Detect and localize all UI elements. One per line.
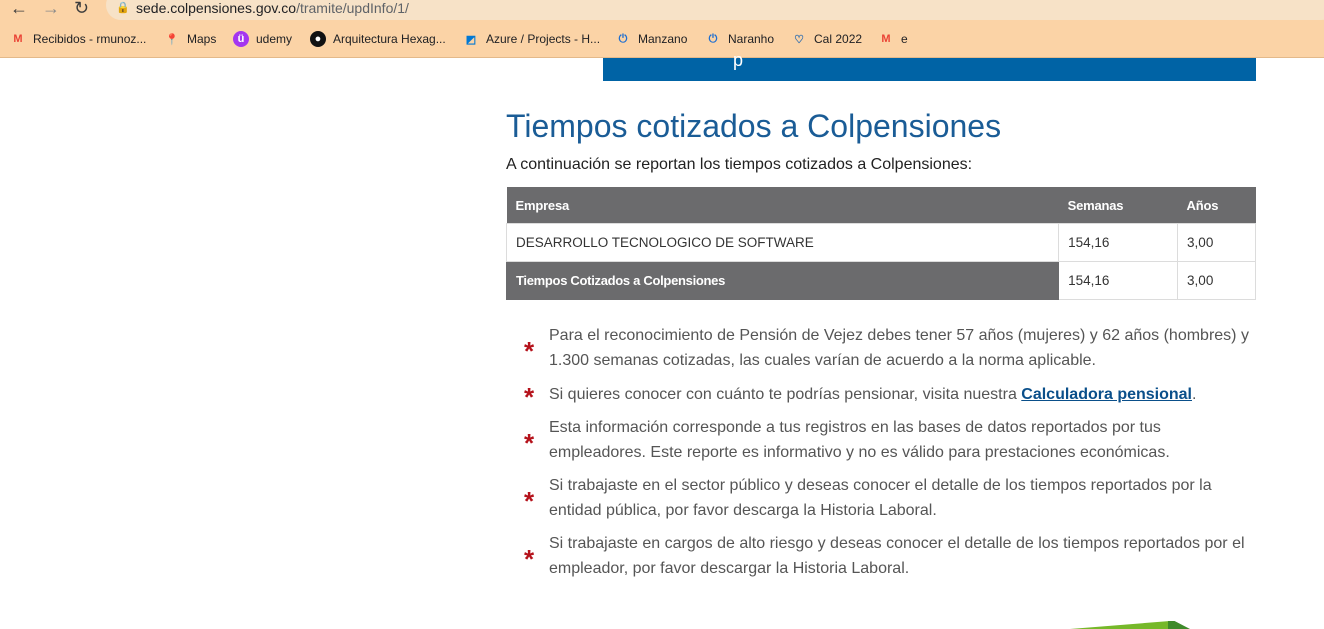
shield-heart-icon: ♡ xyxy=(794,33,804,46)
banner-text-fragment: p xyxy=(733,50,744,70)
contributions-table: Empresa Semanas Años DESARROLLO TECNOLOG… xyxy=(505,187,1256,300)
bookmark-label: Arquitectura Hexag... xyxy=(333,32,446,46)
table-header-row: Empresa Semanas Años xyxy=(506,187,1256,224)
bookmark-cal-2022[interactable]: ♡ Cal 2022 xyxy=(791,30,862,48)
udemy-icon: ü xyxy=(233,31,249,47)
asterisk-icon: * xyxy=(523,486,535,516)
bookmarks-bar: M Recibidos - rmunoz... 📍 Maps ü udemy ● Arq… xyxy=(0,20,1324,58)
page-subtitle: A continuación se reportan los tiempos c… xyxy=(506,156,973,173)
note-text: Si trabajaste en cargos de alto riesgo y… xyxy=(549,535,1245,577)
table-total-row: Tiempos Cotizados a Colpensiones 154,16 … xyxy=(505,261,1256,300)
asterisk-icon: * xyxy=(523,336,535,366)
asterisk-icon: * xyxy=(523,382,535,412)
bookmark-naranho[interactable]: ⏻ Naranho xyxy=(705,30,774,48)
list-item: * Si quieres conocer con cuánto te podrí… xyxy=(516,381,1256,412)
col-header-semanas: Semanas xyxy=(1058,187,1178,224)
hero-banner: p xyxy=(603,50,1256,81)
url-text[interactable]: sede.colpensiones.gov.co/tramite/updInfo… xyxy=(136,0,409,16)
url-path: /tramite/updInfo/1/ xyxy=(296,0,409,16)
note-text: Si quieres conocer con cuánto te podrías… xyxy=(549,382,1196,407)
bookmark-label: Recibidos - rmunoz... xyxy=(33,32,147,46)
bookmark-maps[interactable]: 📍 Maps xyxy=(164,30,216,48)
bookmark-azure[interactable]: ◩ Azure / Projects - H... xyxy=(463,30,600,48)
list-item: * Si trabajaste en el sector público y d… xyxy=(516,473,1256,523)
total-semanas: 154,16 xyxy=(1058,261,1179,300)
note-text-part: . xyxy=(1192,385,1197,403)
page-title: Tiempos cotizados a Colpensiones xyxy=(506,108,1002,144)
bookmark-label: udemy xyxy=(256,32,293,46)
list-item: * Para el reconocimiento de Pensión de V… xyxy=(516,323,1256,373)
cell-semanas: 154,16 xyxy=(1058,223,1179,262)
gmail-icon: M xyxy=(881,33,891,45)
bookmark-label: Maps xyxy=(187,32,217,46)
reload-icon[interactable]: ↻ xyxy=(74,0,89,18)
bookmark-label: Azure / Projects - H... xyxy=(486,32,601,46)
url-host: sede.colpensiones.gov.co xyxy=(136,0,297,16)
azure-devops-icon: ◩ xyxy=(465,33,477,46)
bookmark-label: Manzano xyxy=(638,32,688,46)
bookmark-label: Naranho xyxy=(728,32,775,46)
bookmark-manzano[interactable]: ⏻ Manzano xyxy=(615,30,688,48)
note-text: Para el reconocimiento de Pensión de Vej… xyxy=(549,327,1249,369)
lock-icon[interactable]: 🔒 xyxy=(116,1,130,14)
calculadora-pensional-link[interactable]: Calculadora pensional xyxy=(1021,386,1192,403)
note-text: Esta información corresponde a tus regis… xyxy=(549,419,1170,461)
note-text: Si trabajaste en el sector público y des… xyxy=(549,477,1212,519)
browser-toolbar: ← → ↻ 🔒 sede.colpensiones.gov.co/tramite… xyxy=(0,0,1324,20)
power-icon: ⏻ xyxy=(708,32,718,45)
cell-anos: 3,00 xyxy=(1177,223,1256,262)
cell-empresa: DESARROLLO TECNOLOGICO DE SOFTWARE xyxy=(505,223,1060,262)
power-icon: ⏻ xyxy=(618,32,628,45)
bookmark-e[interactable]: Me xyxy=(878,30,908,48)
maps-pin-icon: 📍 xyxy=(165,33,179,46)
asterisk-icon: * xyxy=(523,544,535,574)
back-arrow-icon[interactable]: ← xyxy=(10,0,28,18)
total-label: Tiempos Cotizados a Colpensiones xyxy=(505,261,1060,300)
decorative-green-shape-dark xyxy=(1168,621,1190,629)
bookmark-recibidos[interactable]: M Recibidos - rmunoz... xyxy=(10,30,146,48)
col-header-empresa: Empresa xyxy=(506,187,1059,224)
circle-logo-icon: ● xyxy=(310,31,326,47)
bookmark-arquitectura[interactable]: ● Arquitectura Hexag... xyxy=(310,30,446,48)
bookmark-udemy[interactable]: ü udemy xyxy=(233,30,292,48)
col-header-anos: Años xyxy=(1177,187,1256,224)
table-row: DESARROLLO TECNOLOGICO DE SOFTWARE 154,1… xyxy=(505,223,1256,262)
asterisk-icon: * xyxy=(523,428,535,458)
bookmark-label: e xyxy=(901,32,908,46)
note-text-part: Si quieres conocer con cuánto te podrías… xyxy=(549,385,1022,403)
total-anos: 3,00 xyxy=(1177,261,1256,300)
decorative-green-shape xyxy=(1070,621,1170,629)
notes-list: * Para el reconocimiento de Pensión de V… xyxy=(516,323,1256,589)
gmail-icon: M xyxy=(13,33,23,45)
forward-arrow-icon[interactable]: → xyxy=(42,0,60,18)
list-item: * Esta información corresponde a tus reg… xyxy=(516,415,1256,465)
bookmark-label: Cal 2022 xyxy=(814,32,863,46)
list-item: * Si trabajaste en cargos de alto riesgo… xyxy=(516,531,1256,581)
